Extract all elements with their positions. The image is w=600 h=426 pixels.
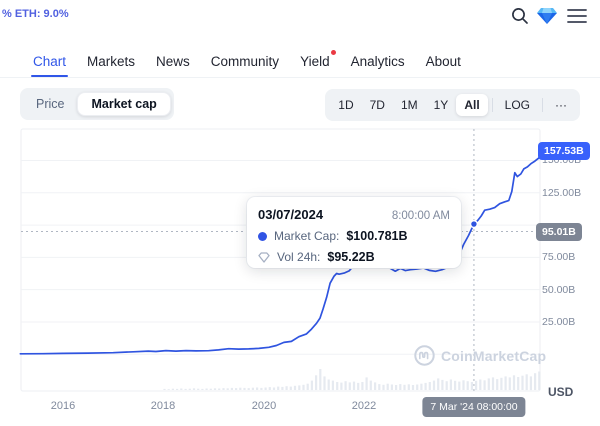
toggle-market-cap[interactable]: Market cap (77, 92, 170, 116)
watermark-text: CoinMarketCap (441, 348, 546, 364)
tooltip-date: 03/07/2024 (258, 207, 323, 222)
notification-dot (331, 50, 336, 55)
menu-icon[interactable] (566, 5, 588, 27)
range-all[interactable]: All (456, 94, 487, 116)
range-1m[interactable]: 1M (393, 94, 426, 116)
tab-news[interactable]: News (156, 46, 190, 77)
range-selector: 1D7D1M1YAll LOG ··· (325, 89, 580, 121)
crosshair-value-badge: 95.01B (536, 223, 582, 241)
eth-dominance-stat[interactable]: % ETH: 9.0% (2, 8, 69, 20)
tab-analytics[interactable]: Analytics (351, 46, 405, 77)
toggle-price[interactable]: Price (23, 93, 77, 115)
crosshair-date-badge: 7 Mar '24 08:00:00 (422, 397, 525, 417)
x-tick-2016: 2016 (51, 400, 75, 412)
last-value-badge: 157.53B (538, 142, 590, 160)
x-tick-2022: 2022 (352, 400, 376, 412)
coinmarketcap-watermark: CoinMarketCap (414, 345, 546, 366)
tab-about[interactable]: About (426, 46, 461, 77)
range-log[interactable]: LOG (497, 94, 538, 116)
diamond-icon[interactable] (536, 5, 558, 27)
divider (492, 98, 493, 112)
tooltip-marketcap-value: $100.781B (346, 229, 407, 243)
tab-yield[interactable]: Yield (300, 46, 330, 77)
tab-chart[interactable]: Chart (33, 46, 66, 77)
y-tick-25.00B: 25.00B (542, 316, 575, 328)
tab-bar: Chart Markets News Community Yield Analytics A… (0, 46, 600, 78)
range-···[interactable]: ··· (547, 94, 575, 116)
tooltip-vol-value: $95.22B (327, 250, 374, 264)
tab-markets[interactable]: Markets (87, 46, 135, 77)
currency-label: USD (548, 385, 573, 399)
range-1y[interactable]: 1Y (426, 94, 457, 116)
top-bar: % ETH: 9.0% (0, 0, 600, 47)
x-tick-2020: 2020 (252, 400, 276, 412)
volume-gem-icon (258, 252, 270, 263)
chart-tooltip: 03/07/2024 8:00:00 AM Market Cap: $100.7… (247, 197, 461, 268)
tooltip-vol-label: Vol 24h: (277, 250, 320, 264)
search-icon[interactable] (509, 5, 531, 27)
tab-community[interactable]: Community (211, 46, 279, 77)
y-tick-75.00B: 75.00B (542, 251, 575, 263)
range-1d[interactable]: 1D (330, 94, 361, 116)
x-tick-2018: 2018 (151, 400, 175, 412)
tooltip-marketcap-label: Market Cap: (274, 229, 339, 243)
y-tick-50.00B: 50.00B (542, 284, 575, 296)
metric-toggle: PriceMarket cap (20, 88, 174, 120)
range-7d[interactable]: 7D (362, 94, 393, 116)
marketcap-series-dot-icon (258, 232, 267, 241)
tooltip-time: 8:00:00 AM (392, 210, 450, 222)
y-tick-125.00B: 125.00B (542, 187, 581, 199)
divider (542, 98, 543, 112)
coinmarketcap-logo-icon (414, 345, 435, 366)
